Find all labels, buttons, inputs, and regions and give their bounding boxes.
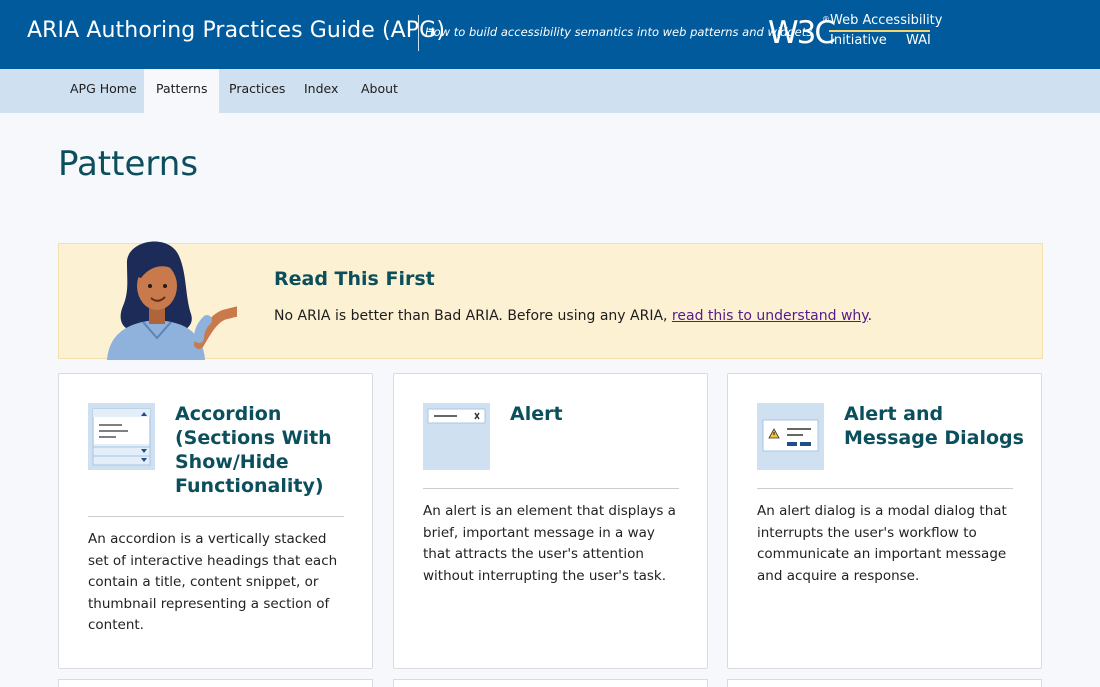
title-divider bbox=[418, 15, 419, 51]
person-illustration-icon bbox=[107, 241, 237, 360]
card-title[interactable]: Alert bbox=[510, 402, 563, 426]
wai-underline bbox=[829, 30, 930, 32]
card-description: An accordion is a vertically stacked set… bbox=[88, 531, 338, 633]
notice-text: No ARIA is better than Bad ARIA. Before … bbox=[274, 308, 872, 324]
alert-dialog-icon bbox=[757, 403, 824, 470]
wai-name-line2[interactable]: Initiative bbox=[830, 33, 887, 48]
card-divider bbox=[757, 488, 1013, 489]
pattern-card-partial bbox=[727, 679, 1042, 687]
page-title: Patterns bbox=[58, 144, 199, 184]
pattern-card-accordion: Accordion (Sections With Show/Hide Funct… bbox=[58, 373, 373, 669]
site-header: ARIA Authoring Practices Guide (APG) How… bbox=[0, 0, 1100, 69]
notice-body: No ARIA is better than Bad ARIA. Before … bbox=[274, 308, 672, 324]
w3c-logo-icon[interactable]: W3C ® bbox=[768, 13, 838, 47]
nav-item-practices[interactable]: Practices bbox=[217, 69, 297, 113]
card-divider bbox=[88, 516, 344, 517]
card-description: An alert dialog is a modal dialog that i… bbox=[757, 503, 1007, 584]
card-title[interactable]: Alert and Message Dialogs bbox=[844, 402, 1024, 450]
card-divider bbox=[423, 488, 679, 489]
accordion-icon bbox=[88, 403, 155, 470]
nav-item-about[interactable]: About bbox=[349, 69, 410, 113]
nav-item-patterns[interactable]: Patterns bbox=[144, 69, 220, 113]
wai-name-line1[interactable]: Web Accessibility bbox=[830, 13, 942, 28]
main-nav: APG Home Patterns Practices Index About bbox=[0, 69, 1100, 113]
site-title-link[interactable]: ARIA Authoring Practices Guide (APG) bbox=[27, 18, 445, 43]
pattern-card-alert: Alert An alert is an element that displa… bbox=[393, 373, 708, 669]
pattern-card-alert-dialog: Alert and Message Dialogs An alert dialo… bbox=[727, 373, 1042, 669]
wai-abbreviation[interactable]: WAI bbox=[906, 33, 931, 48]
read-first-notice: Read This First No ARIA is better than B… bbox=[58, 241, 1043, 360]
read-why-link[interactable]: read this to understand why bbox=[672, 308, 868, 324]
pattern-card-partial bbox=[393, 679, 708, 687]
notice-title: Read This First bbox=[274, 268, 435, 290]
alert-icon bbox=[423, 403, 490, 470]
card-title[interactable]: Accordion (Sections With Show/Hide Funct… bbox=[175, 402, 332, 498]
site-tagline: How to build accessibility semantics int… bbox=[425, 25, 813, 39]
svg-text:®: ® bbox=[822, 15, 830, 24]
pattern-card-partial bbox=[58, 679, 373, 687]
card-description: An alert is an element that displays a b… bbox=[423, 503, 676, 584]
notice-end: . bbox=[867, 308, 873, 324]
nav-item-apg-home[interactable]: APG Home bbox=[58, 69, 149, 113]
nav-item-index[interactable]: Index bbox=[292, 69, 350, 113]
